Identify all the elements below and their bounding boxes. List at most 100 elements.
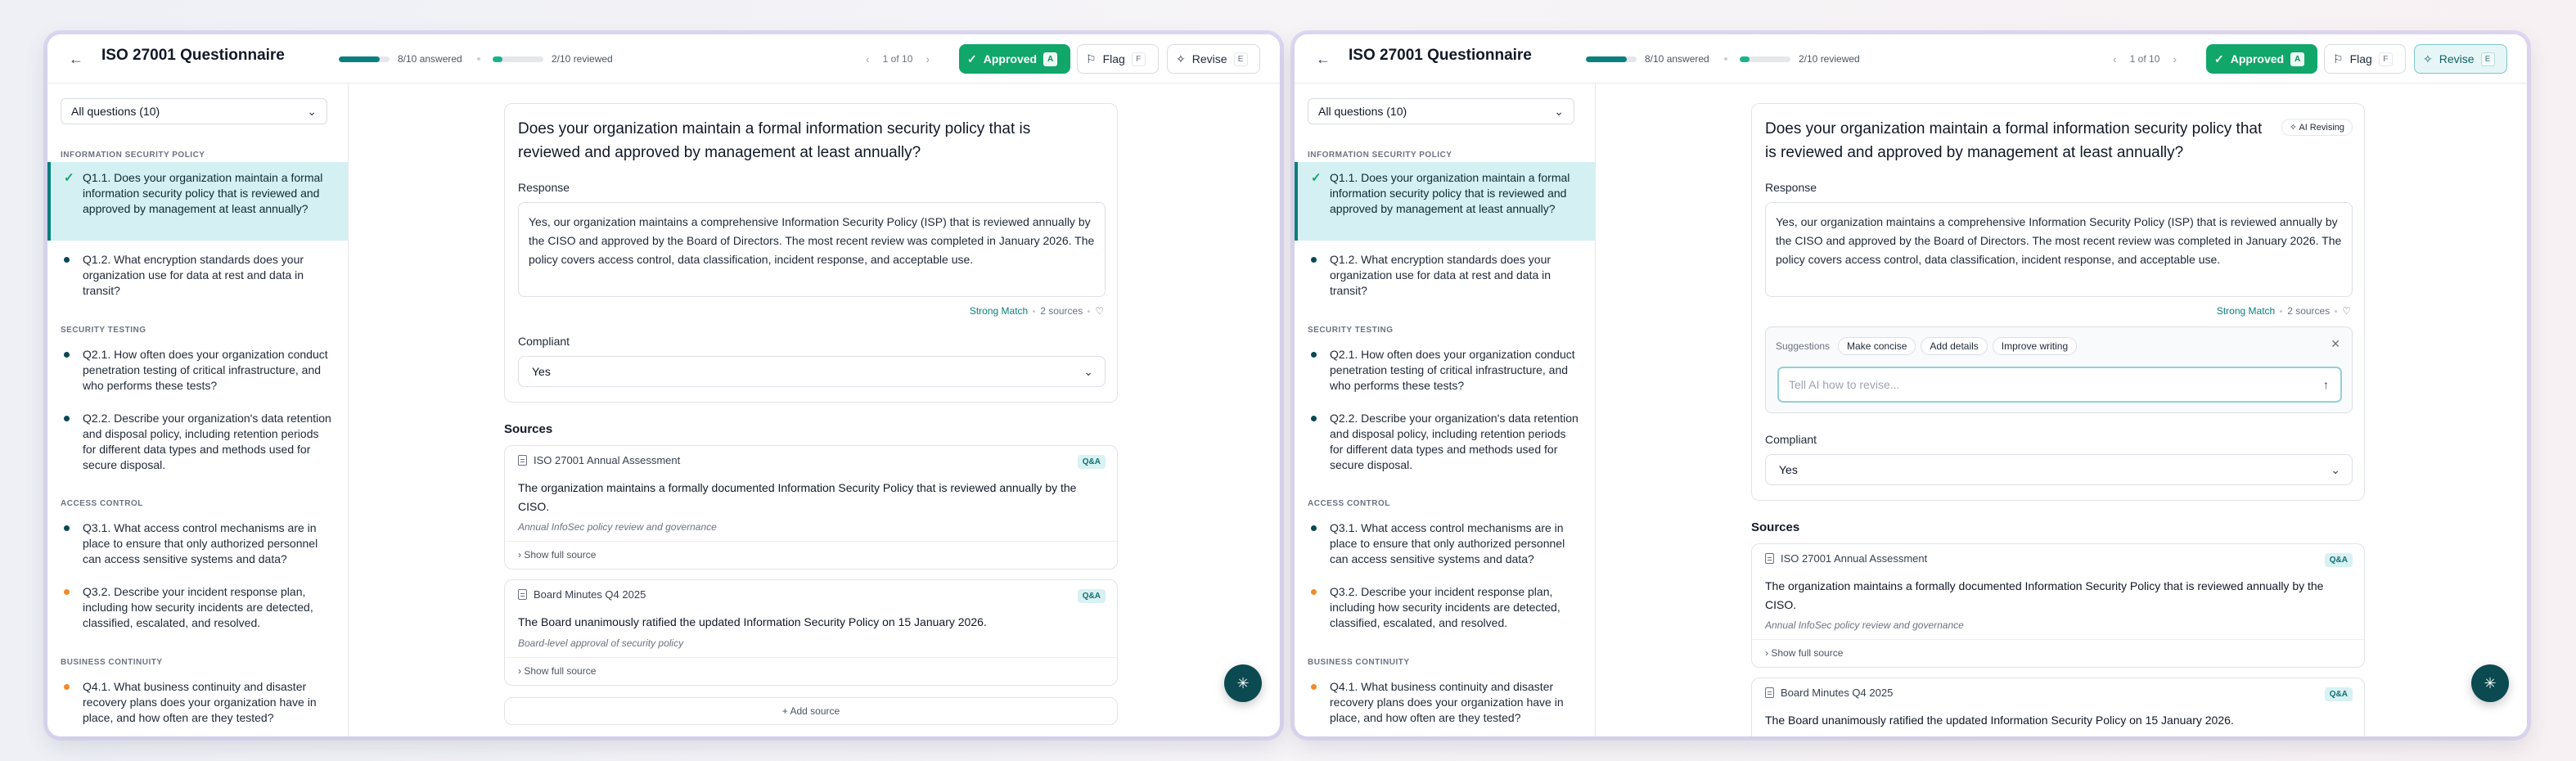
question-item-q2-2[interactable]: Q2.2. Describe your organization's data …: [47, 411, 348, 473]
sources-count[interactable]: 2 sources: [2287, 305, 2330, 317]
question-item-q4-1[interactable]: Q4.1. What business continuity and disas…: [1295, 679, 1595, 726]
response-meta: Strong Match 2 sources ♡: [2217, 305, 2351, 317]
revise-label: Revise: [1191, 52, 1227, 65]
question-filter-select[interactable]: All questions (10) ⌄: [61, 98, 327, 124]
show-full-source-label: Show full source: [524, 665, 597, 677]
question-item-q3-2[interactable]: Q3.2. Describe your incident response pl…: [47, 584, 348, 631]
approved-label: Approved: [2230, 52, 2285, 65]
question-text: Does your organization maintain a formal…: [1765, 120, 2263, 161]
section-title: SECURITY TESTING: [1308, 326, 1394, 335]
filter-value: All questions (10): [71, 105, 160, 118]
question-item-q1-2[interactable]: Q1.2. What encryption standards does you…: [47, 252, 348, 299]
separator-dot: [477, 57, 480, 61]
thumbs-down-icon[interactable]: ♡: [2342, 305, 2351, 317]
add-source-button[interactable]: + Add source: [504, 697, 1118, 725]
question-item-q2-1[interactable]: Q2.1. How often does your organization c…: [47, 347, 348, 394]
question-item-text: Q2.1. How often does your organization c…: [1330, 348, 1575, 392]
compliant-select[interactable]: Yes ⌄: [1765, 454, 2353, 485]
reviewed-progress: 2/10 reviewed: [1740, 52, 1860, 65]
section-title: INFORMATION SECURITY POLICY: [1308, 151, 1452, 160]
status-dot: [64, 257, 70, 263]
chevron-left-icon[interactable]: ‹: [866, 52, 870, 65]
ai-revise-panel: Suggestions Make concise Add details Imp…: [1765, 326, 2353, 413]
source-tag: Q&A: [1077, 455, 1106, 469]
question-detail: Does your organization maintain a formal…: [349, 83, 1280, 736]
suggestion-chip[interactable]: Add details: [1921, 337, 1988, 355]
separator-dot: [1033, 309, 1036, 313]
sources-count[interactable]: 2 sources: [1040, 305, 1083, 317]
question-item-q3-2[interactable]: Q3.2. Describe your incident response pl…: [1295, 584, 1595, 631]
document-icon: [518, 455, 527, 466]
approved-shortcut: A: [2290, 52, 2305, 66]
source-card: Board Minutes Q4 2025 Q&A The Board unan…: [1751, 678, 2365, 736]
match-badge: Strong Match: [2216, 305, 2276, 317]
revise-shortcut: E: [1233, 52, 1248, 66]
question-item-text: Q3.1. What access control mechanisms are…: [83, 521, 318, 565]
sparkle-icon: ✳: [2484, 675, 2497, 691]
question-item-q3-1[interactable]: Q3.1. What access control mechanisms are…: [1295, 520, 1595, 567]
separator-dot: [1724, 57, 1727, 61]
show-full-source-link[interactable]: › Show full source: [518, 665, 596, 677]
source-subtitle: Annual InfoSec policy review and governa…: [518, 521, 717, 533]
show-full-source-link[interactable]: › Show full source: [518, 549, 596, 561]
approved-button[interactable]: ✓ Approved A: [959, 44, 1070, 74]
thumbs-down-icon[interactable]: ♡: [1095, 305, 1104, 317]
question-item-q2-1[interactable]: Q2.1. How often does your organization c…: [1295, 347, 1595, 394]
flag-button[interactable]: ⚐ Flag F: [1077, 44, 1159, 74]
question-item-q2-2[interactable]: Q2.2. Describe your organization's data …: [1295, 411, 1595, 473]
question-item-text: Q1.1. Does your organization maintain a …: [83, 171, 323, 215]
chevron-right-icon[interactable]: ›: [2173, 52, 2177, 65]
reviewed-progress-fill: [493, 56, 503, 62]
separator-dot: [2335, 309, 2338, 313]
flag-shortcut: F: [2378, 52, 2393, 66]
revise-button[interactable]: ✧ Revise E: [2414, 44, 2507, 74]
back-arrow-icon[interactable]: ←: [67, 50, 85, 68]
question-item-q4-1[interactable]: Q4.1. What business continuity and disas…: [47, 679, 348, 726]
compliant-select[interactable]: Yes ⌄: [518, 356, 1106, 387]
flag-button[interactable]: ⚐ Flag F: [2324, 44, 2406, 74]
response-textarea[interactable]: Yes, our organization maintains a compre…: [1765, 202, 2353, 297]
response-meta: Strong Match 2 sources ♡: [970, 305, 1104, 317]
top-bar: ← ISO 27001 Questionnaire 8/10 answered …: [47, 34, 1280, 83]
sources-heading: Sources: [1751, 520, 1800, 534]
question-item-q1-1[interactable]: ✓ Q1.1. Does your organization maintain …: [47, 162, 348, 241]
flag-icon: ⚐: [2333, 52, 2344, 65]
suggestion-chip[interactable]: Make concise: [1838, 337, 1916, 355]
question-item-q1-1[interactable]: ✓ Q1.1. Does your organization maintain …: [1295, 162, 1595, 241]
status-dot: [64, 352, 70, 358]
question-item-text: Q2.1. How often does your organization c…: [83, 348, 328, 392]
approved-button[interactable]: ✓ Approved A: [2206, 44, 2317, 74]
check-icon: ✓: [2214, 52, 2224, 65]
source-card: Board Minutes Q4 2025 Q&A The Board unan…: [504, 579, 1118, 686]
ai-assistant-button[interactable]: ✳: [1224, 664, 1262, 702]
question-card: Does your organization maintain a formal…: [1751, 103, 2365, 501]
ai-revise-placeholder: Tell AI how to revise...: [1789, 378, 1900, 391]
chevron-down-icon: ⌄: [2331, 463, 2340, 476]
show-full-source-link[interactable]: › Show full source: [1765, 647, 1843, 659]
ai-assistant-button[interactable]: ✳: [2471, 664, 2509, 702]
close-icon[interactable]: ✕: [2331, 337, 2340, 351]
status-dot: [1311, 589, 1317, 595]
question-item-text: Q4.1. What business continuity and disas…: [83, 680, 317, 724]
sparkle-icon: ✧: [1176, 52, 1186, 65]
response-textarea[interactable]: Yes, our organization maintains a compre…: [518, 202, 1106, 297]
question-item-q3-1[interactable]: Q3.1. What access control mechanisms are…: [47, 520, 348, 567]
suggestion-chip[interactable]: Improve writing: [1992, 337, 2078, 355]
chevron-down-icon: ⌄: [307, 105, 317, 118]
back-arrow-icon[interactable]: ←: [1314, 50, 1332, 68]
source-header: ISO 27001 Annual Assessment: [1765, 552, 1927, 565]
answered-progress-fill: [339, 56, 380, 62]
revise-button[interactable]: ✧ Revise E: [1167, 44, 1260, 74]
section-title: BUSINESS CONTINUITY: [61, 658, 163, 667]
question-filter-select[interactable]: All questions (10) ⌄: [1308, 98, 1574, 124]
filter-value: All questions (10): [1318, 105, 1407, 118]
question-detail: Does your organization maintain a formal…: [1596, 83, 2527, 736]
flag-icon: ⚐: [1086, 52, 1097, 65]
compliant-value: Yes: [1779, 463, 1798, 476]
ai-revise-input[interactable]: Tell AI how to revise... ↑: [1777, 367, 2342, 403]
chevron-right-icon[interactable]: ›: [925, 52, 930, 65]
question-item-q1-2[interactable]: Q1.2. What encryption standards does you…: [1295, 252, 1595, 299]
chevron-left-icon[interactable]: ‹: [2113, 52, 2117, 65]
arrow-up-icon[interactable]: ↑: [2323, 368, 2329, 401]
source-text: The organization maintains a formally do…: [1765, 579, 2324, 611]
